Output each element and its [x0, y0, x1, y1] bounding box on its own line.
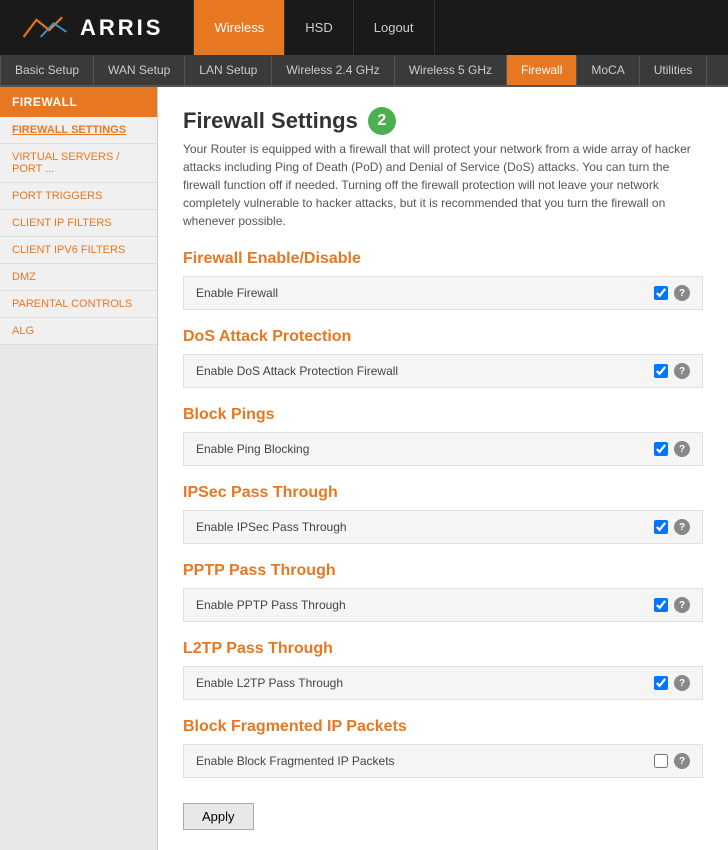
sidebar-item-dmz[interactable]: DMZ	[0, 264, 157, 291]
tab-wireless-5[interactable]: Wireless 5 GHz	[395, 55, 507, 85]
checkbox-area-pptp: ?	[654, 597, 690, 613]
checkbox-firewall-enable[interactable]	[654, 286, 668, 300]
setting-label-pptp: Enable PPTP Pass Through	[196, 598, 654, 612]
sidebar-item-parental-controls[interactable]: PARENTAL CONTROLS	[0, 291, 157, 318]
sidebar-item-alg[interactable]: ALG	[0, 318, 157, 345]
page-title-text: Firewall Settings	[183, 108, 358, 134]
sidebar-item-client-ipv6-filters[interactable]: CLIENT IPV6 FILTERS	[0, 237, 157, 264]
content-area: Firewall Settings 2 Your Router is equip…	[158, 87, 728, 850]
nav-tab-hsd[interactable]: HSD	[285, 0, 353, 55]
checkbox-area-block-pings: ?	[654, 441, 690, 457]
tab-firewall[interactable]: Firewall	[507, 55, 577, 85]
checkbox-pptp[interactable]	[654, 598, 668, 612]
setting-row-pptp: Enable PPTP Pass Through ?	[183, 588, 703, 622]
sidebar-item-virtual-servers[interactable]: VIRTUAL SERVERS / PORT ...	[0, 144, 157, 183]
setting-label-block-pings: Enable Ping Blocking	[196, 442, 654, 456]
help-icon-firewall-enable[interactable]: ?	[674, 285, 690, 301]
checkbox-block-frag[interactable]	[654, 754, 668, 768]
sidebar: FIREWALL FIREWALL SETTINGS VIRTUAL SERVE…	[0, 87, 158, 850]
section-title-ipsec: IPSec Pass Through	[183, 484, 703, 502]
arris-logo-icon	[15, 13, 75, 43]
nav-tab-wireless[interactable]: Wireless	[193, 0, 285, 55]
header: ARRIS Wireless HSD Logout	[0, 0, 728, 55]
tab-moca[interactable]: MoCA	[577, 55, 639, 85]
page-title-area: Firewall Settings 2	[183, 107, 703, 135]
tab-lan-setup[interactable]: LAN Setup	[185, 55, 272, 85]
section-title-block-frag: Block Fragmented IP Packets	[183, 718, 703, 736]
main-layout: FIREWALL FIREWALL SETTINGS VIRTUAL SERVE…	[0, 87, 728, 850]
setting-label-ipsec: Enable IPSec Pass Through	[196, 520, 654, 534]
nav-tab-logout[interactable]: Logout	[354, 0, 435, 55]
help-icon-block-frag[interactable]: ?	[674, 753, 690, 769]
checkbox-area-l2tp: ?	[654, 675, 690, 691]
setting-row-block-frag: Enable Block Fragmented IP Packets ?	[183, 744, 703, 778]
setting-label-l2tp: Enable L2TP Pass Through	[196, 676, 654, 690]
checkbox-dos[interactable]	[654, 364, 668, 378]
checkbox-block-pings[interactable]	[654, 442, 668, 456]
setting-label-dos: Enable DoS Attack Protection Firewall	[196, 364, 654, 378]
help-icon-ipsec[interactable]: ?	[674, 519, 690, 535]
checkbox-area-firewall-enable: ?	[654, 285, 690, 301]
checkbox-area-block-frag: ?	[654, 753, 690, 769]
logo-text: ARRIS	[80, 15, 163, 41]
page-description: Your Router is equipped with a firewall …	[183, 140, 703, 230]
apply-button[interactable]: Apply	[183, 803, 254, 830]
checkbox-l2tp[interactable]	[654, 676, 668, 690]
setting-row-block-pings: Enable Ping Blocking ?	[183, 432, 703, 466]
section-title-firewall-enable: Firewall Enable/Disable	[183, 250, 703, 268]
checkbox-area-dos: ?	[654, 363, 690, 379]
section-title-pptp: PPTP Pass Through	[183, 562, 703, 580]
tab-basic-setup[interactable]: Basic Setup	[0, 55, 94, 85]
logo-area: ARRIS	[15, 13, 163, 43]
sidebar-item-port-triggers[interactable]: PORT TRIGGERS	[0, 183, 157, 210]
setting-row-firewall-enable: Enable Firewall ?	[183, 276, 703, 310]
checkbox-ipsec[interactable]	[654, 520, 668, 534]
checkbox-area-ipsec: ?	[654, 519, 690, 535]
help-icon-pptp[interactable]: ?	[674, 597, 690, 613]
setting-label-block-frag: Enable Block Fragmented IP Packets	[196, 754, 654, 768]
section-title-l2tp: L2TP Pass Through	[183, 640, 703, 658]
tab-wan-setup[interactable]: WAN Setup	[94, 55, 185, 85]
tab-utilities[interactable]: Utilities	[640, 55, 708, 85]
section-title-dos: DoS Attack Protection	[183, 328, 703, 346]
sidebar-header: FIREWALL	[0, 87, 157, 117]
setting-row-ipsec: Enable IPSec Pass Through ?	[183, 510, 703, 544]
help-icon-dos[interactable]: ?	[674, 363, 690, 379]
step-badge: 2	[368, 107, 396, 135]
help-icon-block-pings[interactable]: ?	[674, 441, 690, 457]
tab-wireless-24[interactable]: Wireless 2.4 GHz	[272, 55, 394, 85]
setting-label-firewall-enable: Enable Firewall	[196, 286, 654, 300]
setting-row-dos: Enable DoS Attack Protection Firewall ?	[183, 354, 703, 388]
sidebar-item-firewall-settings[interactable]: FIREWALL SETTINGS	[0, 117, 157, 144]
setting-row-l2tp: Enable L2TP Pass Through ?	[183, 666, 703, 700]
help-icon-l2tp[interactable]: ?	[674, 675, 690, 691]
top-nav: Wireless HSD Logout	[193, 0, 434, 55]
secondary-nav: Basic Setup WAN Setup LAN Setup Wireless…	[0, 55, 728, 87]
section-title-block-pings: Block Pings	[183, 406, 703, 424]
sidebar-item-client-ip-filters[interactable]: CLIENT IP FILTERS	[0, 210, 157, 237]
